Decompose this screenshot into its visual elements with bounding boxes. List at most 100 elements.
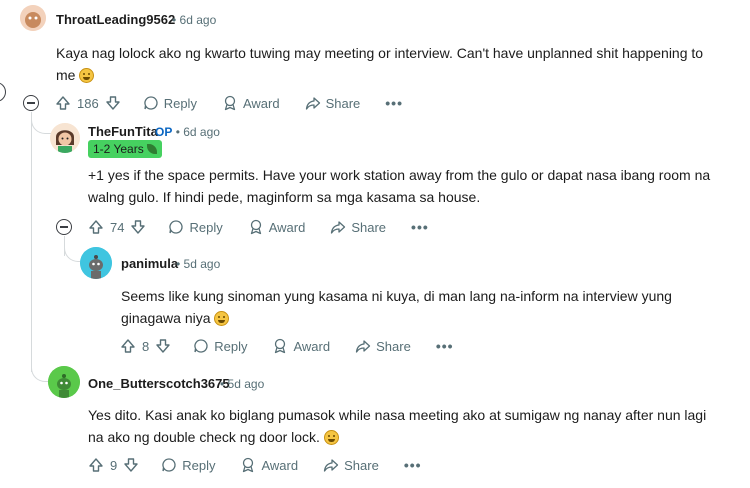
reply-icon	[144, 96, 158, 110]
comment-body-line: Kaya nag lolock ako ng kwarto tuwing may…	[56, 45, 704, 61]
award-button[interactable]: Award	[240, 457, 298, 473]
downvote-icon[interactable]	[155, 338, 171, 354]
separator: •	[176, 257, 181, 271]
vote-controls: 8	[120, 338, 171, 354]
separator: •	[220, 377, 225, 391]
user-flair: 1-2 Years	[88, 140, 162, 158]
collapse-button[interactable]	[23, 95, 39, 111]
separator: •	[175, 125, 180, 139]
comment-body-line: ginagawa niya	[121, 310, 211, 326]
share-icon	[323, 459, 339, 472]
comment-body-line: +1 yes if the space permits. Have your w…	[88, 167, 711, 183]
share-button[interactable]: Share	[323, 457, 379, 473]
downvote-icon[interactable]	[105, 95, 121, 111]
comment-body-line: na ako ng double check ng door lock.	[88, 429, 320, 445]
award-label: Award	[268, 219, 306, 235]
edge-mark	[0, 82, 6, 102]
op-badge: OP	[155, 125, 173, 139]
award-label: Award	[293, 338, 331, 354]
avatar[interactable]	[20, 5, 46, 31]
award-button[interactable]: Award	[272, 338, 330, 354]
avatar-icon	[50, 123, 80, 153]
reply-label: Reply	[214, 338, 248, 354]
comment-body: Seems like kung sinoman yung kasama ni k…	[121, 285, 731, 329]
comment-body-line: walng gulo. If hindi pede, maginform sa …	[88, 189, 481, 205]
upvote-icon[interactable]	[120, 338, 136, 354]
share-label: Share	[344, 457, 379, 473]
comment-body: Yes dito. Kasi anak ko biglang pumasok w…	[88, 404, 738, 448]
downvote-icon[interactable]	[123, 457, 139, 473]
avatar[interactable]	[80, 247, 112, 279]
collapse-button[interactable]	[56, 219, 72, 235]
reply-button[interactable]: Reply	[143, 95, 197, 111]
award-button[interactable]: Award	[222, 95, 280, 111]
comment-time[interactable]: 6d ago	[180, 13, 217, 27]
thread-branch	[31, 112, 51, 134]
comment-actions: 9 Reply Award Share •••	[88, 455, 422, 475]
upvote-icon[interactable]	[55, 95, 71, 111]
reply-label: Reply	[189, 219, 223, 235]
comment-username[interactable]: panimula	[121, 256, 178, 271]
share-button[interactable]: Share	[330, 219, 386, 235]
avatar[interactable]	[48, 366, 80, 398]
laughing-emoji-icon	[79, 68, 95, 83]
comment-meta: • 6d ago	[172, 13, 216, 27]
comment-meta: OP • 6d ago	[155, 125, 220, 139]
share-button[interactable]: Share	[305, 95, 360, 111]
grinning-emoji-icon	[323, 430, 339, 445]
reply-icon	[169, 220, 184, 234]
award-icon	[275, 338, 286, 354]
comment-time[interactable]: 6d ago	[183, 125, 220, 139]
share-label: Share	[351, 219, 387, 235]
comment-body-line: Yes dito. Kasi anak ko biglang pumasok w…	[88, 407, 707, 423]
more-options-icon[interactable]: •••	[385, 95, 403, 111]
separator: •	[172, 13, 177, 27]
reply-icon	[162, 458, 176, 472]
avatar-icon	[48, 366, 80, 398]
share-button[interactable]: Share	[355, 338, 411, 354]
leaf-icon	[146, 144, 157, 154]
vote-count: 186	[77, 95, 99, 111]
award-icon	[224, 95, 236, 111]
award-button[interactable]: Award	[248, 219, 306, 235]
share-icon	[331, 221, 346, 234]
upvote-icon[interactable]	[88, 457, 104, 473]
vote-count: 9	[110, 457, 118, 473]
more-options-icon[interactable]: •••	[436, 338, 454, 354]
reply-label: Reply	[163, 95, 197, 111]
comment-body-line: me	[56, 67, 76, 83]
vote-controls: 74	[88, 219, 146, 235]
comment-username[interactable]: One_Butterscotch3675	[88, 376, 230, 391]
share-icon	[305, 97, 320, 110]
award-icon	[250, 219, 261, 235]
downvote-icon[interactable]	[130, 219, 146, 235]
award-icon	[243, 457, 254, 473]
reply-label: Reply	[182, 457, 216, 473]
comment-actions: 74 Reply Award Share •••	[88, 217, 429, 237]
award-label: Award	[261, 457, 299, 473]
comment-body: +1 yes if the space permits. Have your w…	[88, 164, 738, 208]
vote-count: 74	[110, 219, 125, 235]
vote-controls: 9	[88, 457, 139, 473]
avatar-icon	[80, 247, 112, 279]
flair-label: 1-2 Years	[93, 142, 144, 156]
reply-button[interactable]: Reply	[161, 457, 215, 473]
reply-icon	[194, 339, 208, 353]
comment-time[interactable]: 5d ago	[184, 257, 221, 271]
reply-button[interactable]: Reply	[193, 338, 247, 354]
comment-username[interactable]: ThroatLeading9562	[56, 12, 175, 27]
reply-button[interactable]: Reply	[168, 219, 223, 235]
comment-body-line: Seems like kung sinoman yung kasama ni k…	[121, 288, 672, 304]
more-options-icon[interactable]: •••	[404, 457, 422, 473]
comment-actions: 186 Reply Award Share •••	[55, 93, 403, 113]
avatar-icon	[20, 5, 46, 31]
comment-meta: • 5d ago	[176, 257, 220, 271]
comment-body: Kaya nag lolock ako ng kwarto tuwing may…	[56, 42, 736, 86]
laughing-emoji-icon	[214, 311, 230, 326]
vote-count: 8	[142, 338, 150, 354]
more-options-icon[interactable]: •••	[411, 219, 429, 235]
comment-time[interactable]: 5d ago	[228, 377, 265, 391]
upvote-icon[interactable]	[88, 219, 104, 235]
avatar[interactable]	[50, 123, 80, 153]
comment-username[interactable]: TheFunTita	[88, 124, 158, 139]
